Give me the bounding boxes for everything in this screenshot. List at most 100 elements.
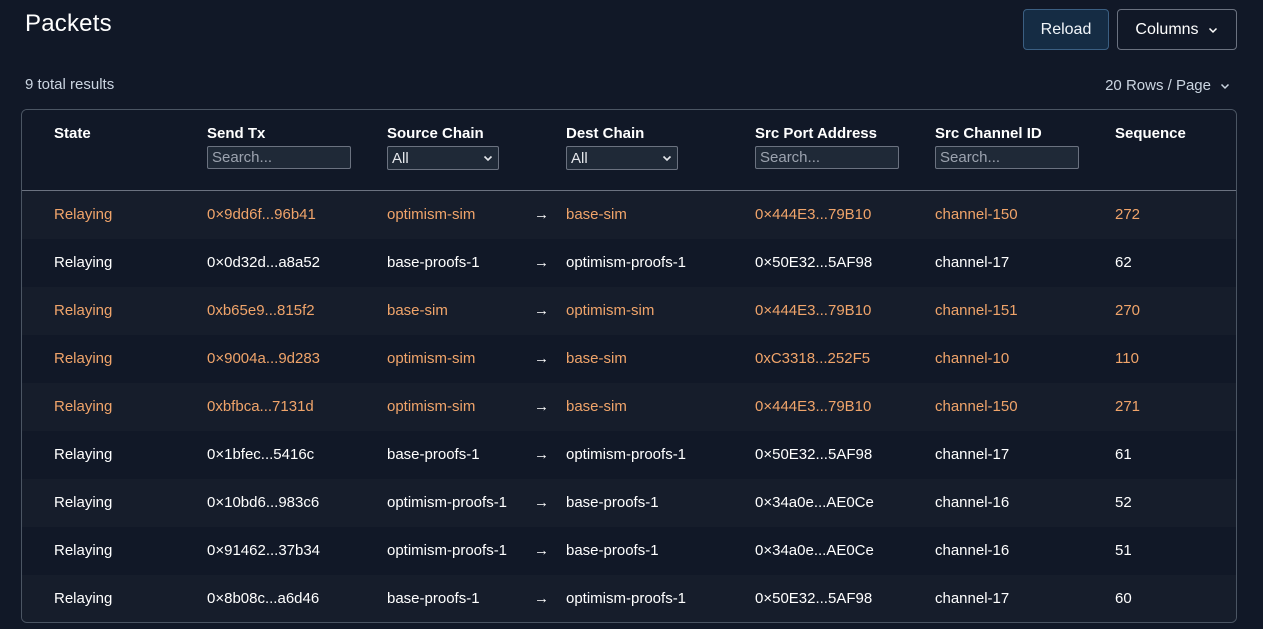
columns-button-label: Columns (1135, 20, 1199, 38)
cell-src-channel-id: channel-16 (935, 494, 1010, 511)
cell-src-port-address: 0×50E32...5AF98 (755, 446, 873, 463)
table-row[interactable]: Relaying 0×10bd6...983c6 optimism-proofs-1… (22, 479, 1236, 527)
cell-source-chain: optimism-proofs-1 (387, 494, 508, 511)
cell-state: Relaying (54, 542, 113, 559)
cell-source-chain: optimism-sim (387, 398, 476, 415)
cell-sequence: 52 (1115, 494, 1132, 511)
cell-src-port-address: 0×50E32...5AF98 (755, 590, 873, 607)
cell-src-channel-id: channel-16 (935, 542, 1010, 559)
header-src-channel-id[interactable]: Src Channel ID (935, 125, 1042, 142)
header-src-port-address[interactable]: Src Port Address (755, 125, 877, 142)
table-row[interactable]: Relaying 0xbfbca...7131d optimism-sim → base… (22, 383, 1236, 431)
cell-state: Relaying (54, 350, 113, 367)
rows-per-page-dropdown[interactable]: 20 Rows / Page (1105, 77, 1231, 94)
header-dest-chain[interactable]: Dest Chain (566, 125, 644, 142)
cell-sequence: 110 (1115, 350, 1139, 367)
columns-button[interactable]: Columns (1117, 9, 1237, 50)
arrow-icon: → (534, 494, 549, 511)
cell-state: Relaying (54, 254, 113, 271)
table-row[interactable]: Relaying 0×1bfec...5416c base-proofs-1 → opt… (22, 431, 1236, 479)
dest-chain-select-value: All (571, 149, 588, 167)
packets-table: State Send Tx Source Chain All Dest Chai… (21, 109, 1237, 623)
cell-sequence: 60 (1115, 590, 1132, 607)
dest-chain-select[interactable]: All (566, 146, 678, 170)
cell-send-tx[interactable]: 0×0d32d...a8a52 (207, 254, 320, 271)
table-row[interactable]: Relaying 0xb65e9...815f2 base-sim → optimism… (22, 287, 1236, 335)
cell-send-tx[interactable]: 0×1bfec...5416c (207, 446, 314, 463)
rows-per-page-label: 20 Rows / Page (1105, 77, 1211, 94)
header-source-chain[interactable]: Source Chain (387, 125, 484, 142)
cell-dest-chain: optimism-proofs-1 (566, 590, 687, 607)
total-results: 9 total results (25, 76, 115, 93)
cell-src-channel-id: channel-151 (935, 302, 1018, 319)
cell-state: Relaying (54, 494, 113, 511)
cell-dest-chain: base-proofs-1 (566, 542, 659, 559)
page-title: Packets (25, 10, 112, 37)
src-port-search-input[interactable] (755, 146, 899, 169)
arrow-icon: → (534, 206, 549, 223)
arrow-icon: → (534, 446, 549, 463)
cell-dest-chain: base-sim (566, 398, 627, 415)
cell-dest-chain: optimism-proofs-1 (566, 254, 687, 271)
cell-src-channel-id: channel-10 (935, 350, 1010, 367)
cell-sequence: 51 (1115, 542, 1132, 559)
cell-src-port-address: 0×444E3...79B10 (755, 206, 872, 223)
chevron-down-icon (1208, 27, 1217, 33)
cell-send-tx[interactable]: 0×9004a...9d283 (207, 350, 320, 367)
cell-send-tx[interactable]: 0×10bd6...983c6 (207, 494, 319, 511)
table-row[interactable]: Relaying 0×8b08c...a6d46 base-proofs-1 → opt… (22, 575, 1236, 622)
table-row[interactable]: Relaying 0×91462...37b34 optimism-proofs-1… (22, 527, 1236, 575)
chevron-down-icon (662, 155, 672, 162)
arrow-icon: → (534, 350, 549, 367)
cell-sequence: 272 (1115, 206, 1141, 223)
chevron-down-icon (1220, 83, 1230, 89)
header-state[interactable]: State (54, 125, 91, 142)
cell-source-chain: base-proofs-1 (387, 254, 480, 271)
chevron-down-icon (483, 155, 493, 162)
cell-state: Relaying (54, 446, 113, 463)
cell-sequence: 62 (1115, 254, 1132, 271)
cell-src-port-address: 0×50E32...5AF98 (755, 254, 873, 271)
cell-state: Relaying (54, 302, 113, 319)
arrow-icon: → (534, 302, 549, 319)
cell-src-channel-id: channel-150 (935, 206, 1018, 223)
cell-src-port-address: 0xC3318...252F5 (755, 350, 871, 367)
cell-dest-chain: base-sim (566, 350, 627, 367)
cell-state: Relaying (54, 398, 113, 415)
arrow-icon: → (534, 398, 549, 415)
cell-src-port-address: 0×444E3...79B10 (755, 398, 872, 415)
cell-dest-chain: base-proofs-1 (566, 494, 659, 511)
arrow-icon: → (534, 590, 549, 607)
src-channel-search-input[interactable] (935, 146, 1079, 169)
cell-source-chain: base-proofs-1 (387, 446, 480, 463)
cell-state: Relaying (54, 590, 113, 607)
source-chain-select[interactable]: All (387, 146, 499, 170)
cell-send-tx[interactable]: 0×8b08c...a6d46 (207, 590, 319, 607)
send-tx-search-input[interactable] (207, 146, 351, 169)
header-sequence[interactable]: Sequence (1115, 125, 1186, 142)
table-row[interactable]: Relaying 0×9004a...9d283 optimism-sim → base… (22, 335, 1236, 383)
cell-state: Relaying (54, 206, 113, 223)
cell-send-tx[interactable]: 0×91462...37b34 (207, 542, 320, 559)
table-row[interactable]: Relaying 0×0d32d...a8a52 base-proofs-1 → opt… (22, 239, 1236, 287)
cell-send-tx[interactable]: 0xb65e9...815f2 (207, 302, 315, 319)
cell-send-tx[interactable]: 0×9dd6f...96b41 (207, 206, 316, 223)
cell-src-port-address: 0×444E3...79B10 (755, 302, 872, 319)
cell-send-tx[interactable]: 0xbfbca...7131d (207, 398, 314, 415)
header-send-tx[interactable]: Send Tx (207, 125, 265, 142)
cell-src-port-address: 0×34a0e...AE0Ce (755, 494, 874, 511)
cell-src-channel-id: channel-150 (935, 398, 1018, 415)
source-chain-select-value: All (392, 149, 409, 167)
cell-source-chain: base-proofs-1 (387, 590, 480, 607)
cell-source-chain: optimism-sim (387, 206, 476, 223)
arrow-icon: → (534, 254, 549, 271)
table-row[interactable]: Relaying 0×9dd6f...96b41 optimism-sim → base… (22, 191, 1236, 239)
cell-dest-chain: optimism-proofs-1 (566, 446, 687, 463)
cell-src-channel-id: channel-17 (935, 446, 1010, 463)
table-header: State Send Tx Source Chain All Dest Chai… (22, 110, 1236, 191)
cell-src-channel-id: channel-17 (935, 254, 1010, 271)
cell-source-chain: optimism-sim (387, 350, 476, 367)
reload-button[interactable]: Reload (1023, 9, 1109, 50)
arrow-icon: → (534, 542, 549, 559)
cell-dest-chain: optimism-sim (566, 302, 655, 319)
